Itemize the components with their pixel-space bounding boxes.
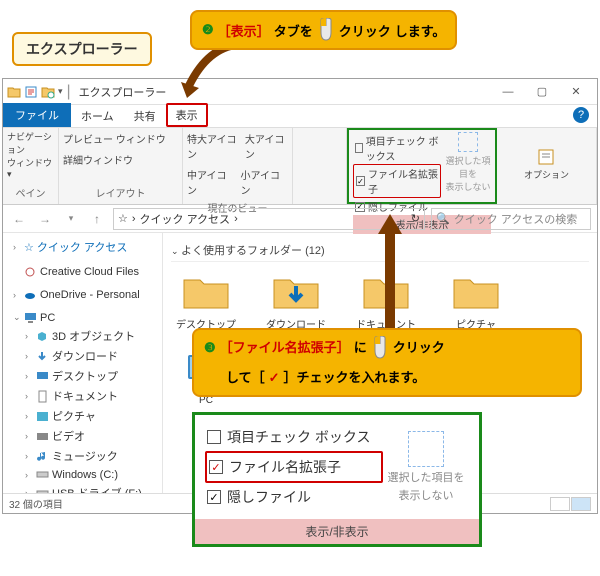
tree-ccf[interactable]: Creative Cloud Files bbox=[5, 263, 160, 280]
tree-usb-f[interactable]: ›USB ドライブ (F:) bbox=[5, 483, 160, 493]
tab-home[interactable]: ホーム bbox=[71, 105, 124, 127]
new-folder-icon[interactable] bbox=[41, 85, 55, 99]
star-icon: ☆ bbox=[118, 212, 128, 225]
s-icons-button[interactable]: 小アイコン bbox=[241, 166, 289, 198]
options-button[interactable]: オプション bbox=[524, 148, 569, 181]
ribbon-group-show-hide: 項目チェック ボックス ✓ファイル名拡張子 ✓隠しファイル 選択した項目を表示し… bbox=[347, 128, 497, 204]
step2-text2: クリック bbox=[339, 21, 391, 40]
ribbon-label-sort bbox=[297, 198, 342, 202]
minimize-button[interactable]: — bbox=[491, 81, 525, 103]
item-count: 32 個の項目 bbox=[9, 496, 63, 511]
tree-pc[interactable]: ⌄PC bbox=[5, 309, 160, 326]
back-button[interactable]: ← bbox=[9, 209, 29, 229]
arrow-step2 bbox=[175, 40, 255, 110]
tree-videos[interactable]: ›ビデオ bbox=[5, 426, 160, 446]
enlarge-file-extensions[interactable]: ✓ファイル名拡張子 bbox=[205, 451, 383, 483]
enlarge-hide-selected[interactable]: 選択した項目を 表示しない bbox=[383, 423, 469, 511]
ribbon-group-sort bbox=[293, 128, 347, 204]
details-pane-button[interactable]: 詳細ウィンドウ bbox=[63, 151, 133, 168]
step2-text1: タブを bbox=[274, 21, 313, 40]
step2-number: ❷ bbox=[202, 22, 214, 38]
quick-access-toolbar: ▾ bbox=[7, 85, 63, 99]
enlarged-show-hide-panel: 項目チェック ボックス ✓ファイル名拡張子 ✓隠しファイル 選択した項目を 表示… bbox=[192, 412, 482, 547]
step3-l2a: して［ bbox=[226, 368, 265, 389]
enlarge-hidden-files[interactable]: ✓隠しファイル bbox=[205, 483, 383, 511]
tree-3d[interactable]: ›3D オブジェクト bbox=[5, 326, 160, 346]
navigation-tree: ›☆クイック アクセス Creative Cloud Files ›OneDri… bbox=[3, 233, 163, 493]
step3-t2: クリック bbox=[393, 338, 445, 359]
forward-button[interactable]: → bbox=[35, 209, 55, 229]
nav-pane-button[interactable]: ナビゲーションウィンドウ▾ bbox=[7, 130, 54, 180]
preview-pane-button[interactable]: プレビュー ウィンドウ bbox=[63, 130, 166, 147]
xl-icons-button[interactable]: 特大アイコン bbox=[187, 130, 239, 162]
tree-downloads[interactable]: ›ダウンロード bbox=[5, 346, 160, 366]
enlarge-label: 表示/非表示 bbox=[195, 519, 479, 544]
ribbon-label-panes: ペイン bbox=[7, 183, 54, 202]
maximize-button[interactable]: ▢ bbox=[525, 81, 559, 103]
enlarge-item-checkboxes[interactable]: 項目チェック ボックス bbox=[205, 423, 383, 451]
tree-documents[interactable]: ›ドキュメント bbox=[5, 386, 160, 406]
tree-quick-access[interactable]: ›☆クイック アクセス bbox=[5, 237, 160, 257]
l-icons-button[interactable]: 大アイコン bbox=[245, 130, 288, 162]
tab-share[interactable]: 共有 bbox=[124, 105, 166, 127]
item-checkboxes-toggle[interactable]: 項目チェック ボックス bbox=[353, 132, 441, 164]
breadcrumb-quick-access[interactable]: クイック アクセス bbox=[140, 211, 231, 227]
callout-step3: ❸ ［ファイル名拡張子］ に クリック して［✓］チェックを入れます。 bbox=[192, 328, 582, 397]
tree-pictures[interactable]: ›ピクチャ bbox=[5, 406, 160, 426]
ribbon-tabs: ファイル ホーム 共有 表示 ? bbox=[3, 105, 597, 127]
step3-t1: に bbox=[354, 338, 367, 359]
details-view-button[interactable] bbox=[550, 497, 570, 511]
item-downloads[interactable]: ダウンロード bbox=[261, 272, 331, 331]
m-icons-button[interactable]: 中アイコン bbox=[187, 166, 235, 198]
close-button[interactable]: ✕ bbox=[559, 81, 593, 103]
step2-bracket: ［表示］ bbox=[218, 21, 270, 40]
mouse-icon bbox=[371, 336, 389, 360]
tree-onedrive[interactable]: ›OneDrive - Personal bbox=[5, 286, 160, 303]
tree-desktop[interactable]: ›デスクトップ bbox=[5, 366, 160, 386]
recent-button[interactable]: ▾ bbox=[61, 209, 81, 229]
properties-icon[interactable] bbox=[24, 85, 38, 99]
folder-icon[interactable] bbox=[7, 85, 21, 99]
search-icon: 🔍 bbox=[436, 212, 450, 225]
ribbon-group-options: オプション bbox=[497, 128, 597, 204]
mouse-icon bbox=[317, 18, 335, 42]
up-button[interactable]: ↑ bbox=[87, 209, 107, 229]
file-extensions-toggle[interactable]: ✓ファイル名拡張子 bbox=[353, 164, 441, 198]
ribbon-label-layout: レイアウト bbox=[63, 183, 178, 202]
tree-music[interactable]: ›ミュージック bbox=[5, 446, 160, 466]
window-title: エクスプローラー bbox=[79, 84, 167, 100]
arrow-step3 bbox=[370, 210, 410, 340]
qat-dropdown-icon[interactable]: ▾ bbox=[58, 86, 63, 97]
icons-view-button[interactable] bbox=[571, 497, 591, 511]
step3-l2b: ］チェックを入れます。 bbox=[284, 368, 426, 389]
step3-bracket: ［ファイル名拡張子］ bbox=[220, 338, 350, 359]
titlebar-separator: | bbox=[67, 83, 71, 101]
tree-c-drive[interactable]: ›Windows (C:) bbox=[5, 466, 160, 483]
item-pictures[interactable]: ピクチャ bbox=[441, 272, 511, 331]
page-icon bbox=[408, 431, 444, 467]
titlebar: ▾ | エクスプローラー — ▢ ✕ bbox=[3, 79, 597, 105]
address-bar: ← → ▾ ↑ ☆ › クイック アクセス › ⌄ ↻ 🔍 クイック アクセスの… bbox=[3, 205, 597, 233]
step3-number: ❸ bbox=[204, 338, 216, 359]
ribbon-group-panes: ナビゲーションウィンドウ▾ ペイン bbox=[3, 128, 59, 204]
ribbon-group-nav-windows: プレビュー ウィンドウ 詳細ウィンドウ レイアウト bbox=[59, 128, 183, 204]
ribbon: ナビゲーションウィンドウ▾ ペイン プレビュー ウィンドウ 詳細ウィンドウ レイ… bbox=[3, 127, 597, 205]
ribbon-label-opt bbox=[501, 198, 592, 202]
item-desktop[interactable]: デスクトップ bbox=[171, 272, 241, 331]
help-button[interactable]: ? bbox=[573, 107, 589, 123]
callout-explorer-title: エクスプローラー bbox=[12, 32, 152, 66]
refresh-button[interactable]: ↻ bbox=[411, 212, 420, 225]
hide-selected-button[interactable]: 選択した項目を表示しない bbox=[445, 132, 491, 193]
step2-text3: します。 bbox=[395, 21, 446, 40]
search-input[interactable]: 🔍 クイック アクセスの検索 bbox=[431, 208, 591, 230]
callout-step2: ❷ ［表示］ タブを クリックします。 bbox=[190, 10, 457, 50]
step3-check: ✓ bbox=[269, 368, 280, 389]
tab-file[interactable]: ファイル bbox=[3, 103, 71, 127]
ribbon-group-layout: 特大アイコン 大アイコン 中アイコン 小アイコン 現在のビュー bbox=[183, 128, 293, 204]
